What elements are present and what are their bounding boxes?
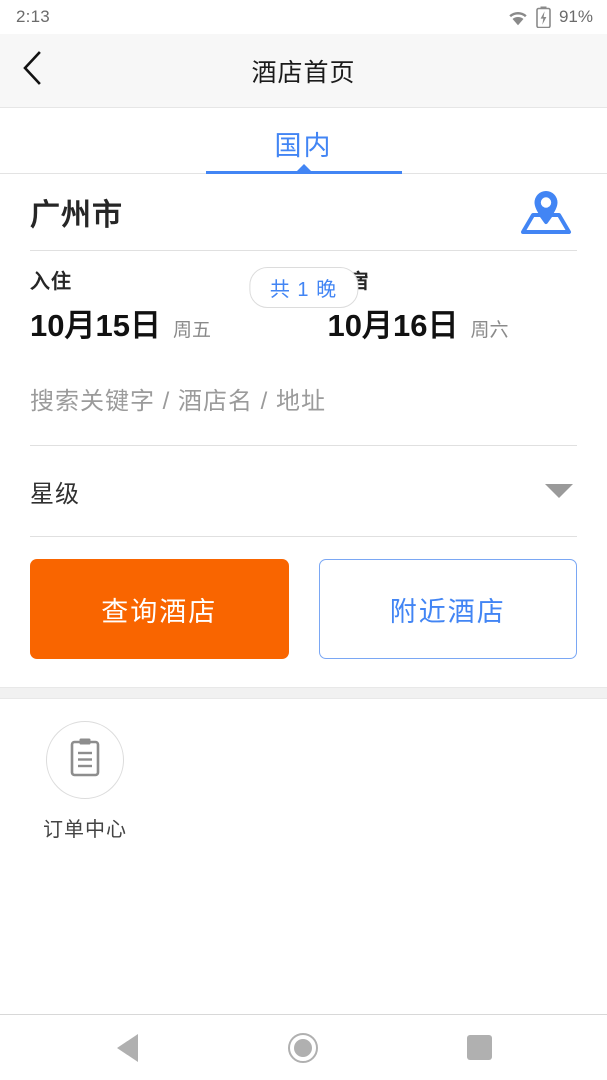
keyword-row[interactable] (30, 359, 577, 445)
search-hotels-button[interactable]: 查询酒店 (30, 559, 289, 659)
nav-recents-icon (466, 1035, 492, 1060)
tab-domestic[interactable]: 国内 (205, 124, 402, 174)
page-title: 酒店首页 (251, 58, 356, 87)
nav-back-button[interactable] (88, 1015, 168, 1080)
nearby-hotels-button[interactable]: 附近酒店 (318, 559, 577, 659)
battery-charging-icon (536, 6, 551, 28)
chevron-left-icon (21, 50, 43, 91)
map-location-icon[interactable] (515, 186, 577, 238)
nights-badge[interactable]: 共 1 晚 (248, 267, 359, 308)
battery-percent-label: 91% (558, 7, 593, 26)
action-buttons: 查询酒店 附近酒店 (30, 537, 577, 687)
city-name: 广州市 (30, 199, 123, 232)
tab-domestic-label: 国内 (274, 131, 333, 161)
clipboard-icon (65, 736, 105, 785)
quick-entry-order-center[interactable]: 订单中心 (30, 721, 140, 842)
checkin-weekday: 周五 (172, 320, 211, 341)
nav-home-icon (288, 1032, 319, 1063)
search-card: 广州市 入住 10月15日 周五 共 1 晚 离宿 (0, 174, 607, 687)
nav-home-button[interactable] (263, 1015, 343, 1080)
status-indicators: 91% (506, 6, 593, 28)
nav-back-icon (117, 1033, 139, 1062)
back-button[interactable] (0, 34, 64, 108)
tab-active-underline (205, 171, 402, 174)
search-input[interactable] (30, 388, 577, 416)
quick-entry-label: 订单中心 (43, 819, 127, 841)
star-level-label: 星级 (30, 480, 80, 508)
app-bar: 酒店首页 (0, 34, 607, 108)
quick-entries-section: 订单中心 (0, 699, 607, 1014)
chevron-down-icon[interactable] (545, 484, 573, 498)
checkout-weekday: 周六 (470, 320, 509, 341)
checkin-date: 10月15日 (30, 308, 161, 343)
status-bar: 2:13 91% (0, 0, 607, 34)
android-nav-bar (0, 1014, 607, 1080)
star-level-selector[interactable]: 星级 (30, 446, 577, 536)
city-selector[interactable]: 广州市 (30, 174, 577, 250)
wifi-icon (506, 8, 530, 26)
tab-bar: 国内 (0, 108, 607, 174)
section-divider (0, 687, 607, 699)
date-range-row: 入住 10月15日 周五 共 1 晚 离宿 10月16日 周六 (30, 251, 577, 359)
checkout-date: 10月16日 (327, 308, 459, 343)
nav-recents-button[interactable] (439, 1015, 519, 1080)
quick-entry-icon-circle (46, 721, 124, 799)
checkout-caption: 离宿 (328, 265, 578, 294)
quick-entries-grid: 订单中心 (30, 721, 577, 842)
status-time: 2:13 (16, 7, 50, 26)
app-screen: 2:13 91% 酒店首页 国内 广州市 入住 10月15日 周五 共 1 晚 … (0, 0, 607, 1080)
